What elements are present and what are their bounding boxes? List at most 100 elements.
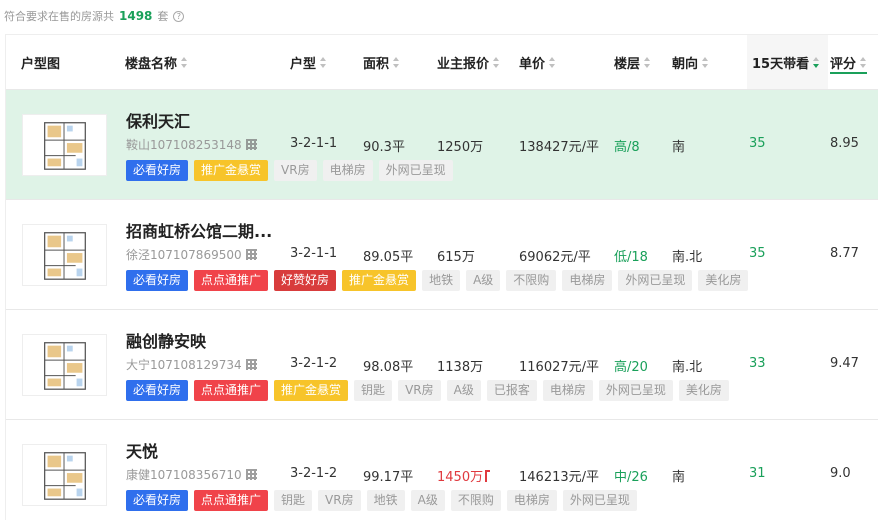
tag-list: 必看好房 点点通推广 好赞好房 推广金悬赏 地铁 A级 不限购 电梯房 外网已呈现 美化房 <box>126 270 749 291</box>
column-header-area[interactable]: 面积 <box>363 35 400 89</box>
tag-badge: 电梯房 <box>506 490 557 511</box>
column-header-name[interactable]: 楼盘名称 <box>125 35 188 89</box>
tag-badge: 外网已呈现 <box>598 380 673 401</box>
column-header-floor[interactable]: 楼层 <box>614 35 651 89</box>
column-header-layout[interactable]: 户型 <box>290 35 327 89</box>
tag-badge: 外网已呈现 <box>562 490 637 511</box>
tag-badge: A级 <box>446 380 481 401</box>
tag-badge: VR房 <box>318 490 361 511</box>
tag-badge: 钥匙 <box>274 490 313 511</box>
layout-value: 3-2-1-2 <box>290 466 338 481</box>
sort-icon[interactable] <box>860 56 867 68</box>
visits-value: 33 <box>749 356 766 371</box>
listing-table: 户型图 楼盘名称 户型 面积 业主报价 单价 楼层 朝向 15天带看 评分 保利… <box>5 34 878 520</box>
sort-icon[interactable] <box>644 56 651 68</box>
sort-icon[interactable] <box>393 56 400 68</box>
table-row[interactable]: 保利天汇 鞍山107108253148 3-2-1-1 90.3平 1250万 13842… <box>6 89 878 199</box>
price-value: 1138万 <box>437 360 484 375</box>
column-header-price[interactable]: 业主报价 <box>437 35 500 89</box>
column-header-unit-price[interactable]: 单价 <box>519 35 556 89</box>
unit-price-value: 116027元/平 <box>519 360 600 375</box>
tag-badge: 美化房 <box>678 380 729 401</box>
score-value: 9.0 <box>830 466 851 481</box>
score-value: 8.95 <box>830 136 859 151</box>
listing-count: 1498 <box>119 9 153 23</box>
table-row[interactable]: 天悦康健107108356710 3-2-1-2 99.17平 1450万 146213… <box>6 419 878 520</box>
property-name[interactable]: 招商虹桥公馆二期... <box>126 218 272 242</box>
table-row[interactable]: 招商虹桥公馆二期... 徐泾107107869500 3-2-1-1 89.05平 61… <box>6 199 878 309</box>
price-rise-icon <box>485 470 491 482</box>
sort-icon[interactable] <box>702 56 709 68</box>
tag-list: 必看好房 点点通推广 推广金悬赏 钥匙 VR房 A级 已报客 电梯房 外网已呈现 美化房 <box>126 380 729 401</box>
tag-badge: 地铁 <box>422 270 461 291</box>
floor-value: 中/26 <box>614 470 648 485</box>
property-code: 康健107108356710 <box>126 466 257 483</box>
qr-code-icon[interactable] <box>245 359 257 370</box>
tag-badge: 不限购 <box>450 490 501 511</box>
tag-badge: 点点通推广 <box>194 380 269 401</box>
score-value: 9.47 <box>830 356 859 371</box>
price-value: 1450万 <box>437 466 491 485</box>
area-value: 89.05平 <box>363 250 414 265</box>
layout-value: 3-2-1-1 <box>290 246 338 261</box>
sort-icon[interactable] <box>813 56 820 68</box>
tag-badge: A级 <box>466 270 501 291</box>
property-name[interactable]: 天悦 <box>126 438 158 462</box>
active-underline <box>830 72 868 74</box>
visits-value: 31 <box>749 466 766 481</box>
orientation-value: 南 <box>672 140 686 155</box>
tag-badge: 已报客 <box>486 380 537 401</box>
property-name[interactable]: 保利天汇 <box>126 108 190 132</box>
visits-value: 35 <box>749 136 766 151</box>
summary-prefix: 符合要求在售的房源共 <box>4 10 114 23</box>
tag-badge: 推广金悬赏 <box>274 380 349 401</box>
column-header-visits[interactable]: 15天带看 <box>747 35 828 89</box>
question-circle-icon[interactable]: ? <box>173 10 185 22</box>
unit-price-value: 138427元/平 <box>519 140 600 155</box>
column-header-score[interactable]: 评分 <box>830 35 868 89</box>
tag-badge: 地铁 <box>366 490 405 511</box>
tag-badge: 好赞好房 <box>274 270 337 291</box>
unit-price-value: 146213元/平 <box>519 470 600 485</box>
qr-code-icon[interactable] <box>245 139 257 150</box>
column-header-orientation[interactable]: 朝向 <box>672 35 709 89</box>
visits-value: 35 <box>749 246 766 261</box>
tag-badge: 点点通推广 <box>194 270 269 291</box>
price-value: 1250万 <box>437 140 484 155</box>
floor-value: 低/18 <box>614 250 648 265</box>
area-value: 90.3平 <box>363 140 405 155</box>
floor-value: 高/8 <box>614 140 640 155</box>
qr-code-icon[interactable] <box>245 469 257 480</box>
orientation-value: 南 <box>672 470 686 485</box>
layout-value: 3-2-1-2 <box>290 356 338 371</box>
sort-icon[interactable] <box>493 56 500 68</box>
floorplan-thumbnail[interactable] <box>22 224 107 286</box>
area-value: 99.17平 <box>363 470 414 485</box>
tag-badge: VR房 <box>398 380 441 401</box>
property-name[interactable]: 融创静安映 <box>126 328 206 352</box>
tag-badge: 点点通推广 <box>194 490 269 511</box>
tag-list: 必看好房 推广金悬赏 VR房 电梯房 外网已呈现 <box>126 160 453 181</box>
summary-suffix: 套 <box>157 10 169 23</box>
tag-badge: VR房 <box>274 160 317 181</box>
tag-badge: 钥匙 <box>354 380 393 401</box>
floorplan-thumbnail[interactable] <box>22 444 107 506</box>
tag-badge: 推广金悬赏 <box>194 160 269 181</box>
tag-badge: 不限购 <box>506 270 557 291</box>
floorplan-thumbnail[interactable] <box>22 334 107 396</box>
sort-icon[interactable] <box>549 56 556 68</box>
sort-icon[interactable] <box>320 56 327 68</box>
area-value: 98.08平 <box>363 360 414 375</box>
table-row[interactable]: 融创静安映 大宁107108129734 3-2-1-2 98.08平 1138万 116… <box>6 309 878 419</box>
floorplan-thumbnail[interactable] <box>22 114 107 176</box>
tag-badge: A级 <box>410 490 445 511</box>
sort-icon[interactable] <box>181 56 188 68</box>
qr-code-icon[interactable] <box>245 249 257 260</box>
tag-badge: 外网已呈现 <box>618 270 693 291</box>
tag-badge: 必看好房 <box>126 380 189 401</box>
price-value: 615万 <box>437 250 475 265</box>
table-header: 户型图 楼盘名称 户型 面积 业主报价 单价 楼层 朝向 15天带看 评分 <box>6 35 878 89</box>
layout-value: 3-2-1-1 <box>290 136 338 151</box>
orientation-value: 南.北 <box>672 250 703 265</box>
orientation-value: 南.北 <box>672 360 703 375</box>
